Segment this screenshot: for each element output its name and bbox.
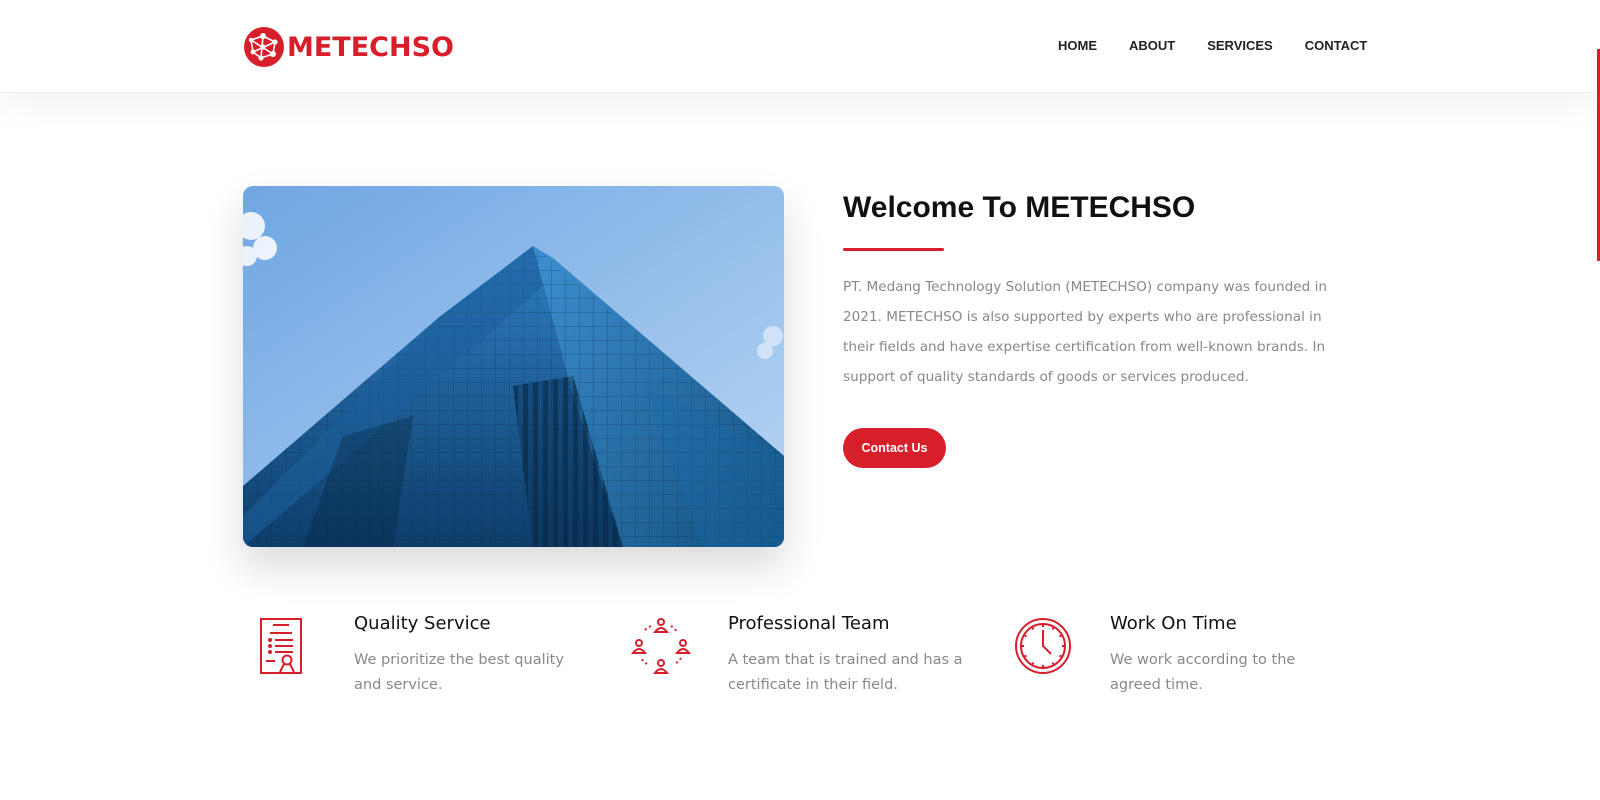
nav-home[interactable]: HOME	[1058, 38, 1097, 53]
feature-title: Work On Time	[1110, 613, 1237, 634]
site-header: METECHSO HOME ABOUT SERVICES CONTACT	[0, 0, 1600, 93]
hero-building-image	[243, 186, 784, 547]
feature-title: Professional Team	[728, 613, 890, 634]
title-underline	[843, 248, 944, 251]
welcome-description: PT. Medang Technology Solution (METECHSO…	[843, 279, 1327, 385]
feature-description: We work according to the agreed time.	[1110, 652, 1296, 693]
team-network-icon	[631, 618, 691, 674]
certificate-icon	[260, 618, 302, 674]
contact-us-button[interactable]: Contact Us	[843, 428, 946, 468]
nav-contact[interactable]: CONTACT	[1305, 38, 1368, 53]
logo[interactable]: METECHSO	[243, 26, 454, 68]
nav-about[interactable]: ABOUT	[1129, 38, 1175, 53]
feature-description: A team that is trained and has a certifi…	[728, 652, 963, 693]
nav-services[interactable]: SERVICES	[1207, 38, 1273, 53]
main-nav: HOME ABOUT SERVICES CONTACT	[1058, 38, 1367, 53]
clock-icon	[1015, 618, 1071, 674]
welcome-title: Welcome To METECHSO	[843, 191, 1196, 224]
logo-globe-icon	[244, 27, 284, 67]
logo-text: METECHSO	[287, 31, 454, 63]
feature-description: We prioritize the best quality and servi…	[354, 652, 564, 693]
feature-title: Quality Service	[354, 613, 491, 634]
